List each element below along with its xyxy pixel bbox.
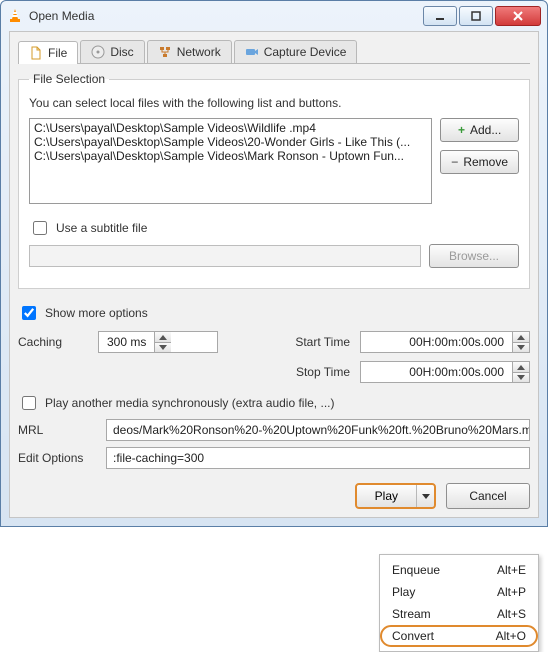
disc-icon xyxy=(91,45,105,59)
menu-item-enqueue[interactable]: EnqueueAlt+E xyxy=(380,559,538,581)
menu-item-convert[interactable]: ConvertAlt+O xyxy=(380,625,538,647)
list-item[interactable]: C:\Users\payal\Desktop\Sample Videos\Mar… xyxy=(34,149,427,163)
list-item[interactable]: C:\Users\payal\Desktop\Sample Videos\20-… xyxy=(34,135,427,149)
remove-button[interactable]: −Remove xyxy=(440,150,519,174)
browse-button: Browse... xyxy=(429,244,519,268)
file-selection-hint: You can select local files with the foll… xyxy=(29,96,519,110)
tab-label: File xyxy=(48,46,67,60)
play-dropdown-button[interactable] xyxy=(416,485,434,507)
play-button[interactable]: Play xyxy=(357,485,416,507)
edit-options-input[interactable]: :file-caching=300 xyxy=(106,447,530,469)
spinner[interactable] xyxy=(512,362,529,382)
tab-capture[interactable]: Capture Device xyxy=(234,40,358,63)
chevron-up-icon[interactable] xyxy=(155,332,171,342)
subtitle-path-input xyxy=(29,245,421,267)
start-time-label: Start Time xyxy=(290,335,350,349)
capture-icon xyxy=(245,45,259,59)
caching-label: Caching xyxy=(18,335,98,349)
play-split-button[interactable]: Play xyxy=(355,483,436,509)
add-button[interactable]: +Add... xyxy=(440,118,519,142)
spinner[interactable] xyxy=(154,332,171,352)
tabs: File Disc Network Capture Device xyxy=(18,40,530,64)
menu-item-stream[interactable]: StreamAlt+S xyxy=(380,603,538,625)
window-title: Open Media xyxy=(29,9,421,23)
tab-label: Capture Device xyxy=(264,45,347,59)
mrl-label: MRL xyxy=(18,423,98,437)
tab-disc[interactable]: Disc xyxy=(80,40,144,63)
chevron-down-icon[interactable] xyxy=(155,342,171,352)
tab-network[interactable]: Network xyxy=(147,40,232,63)
client-area: File Disc Network Capture Device File Se… xyxy=(9,31,539,518)
close-button[interactable] xyxy=(495,6,541,26)
cancel-button[interactable]: Cancel xyxy=(446,483,530,509)
chevron-up-icon[interactable] xyxy=(513,362,529,372)
file-selection-fieldset: File Selection You can select local file… xyxy=(18,72,530,289)
play-dropdown-menu: EnqueueAlt+E PlayAlt+P StreamAlt+S Conve… xyxy=(379,554,539,652)
chevron-up-icon[interactable] xyxy=(513,332,529,342)
file-list[interactable]: C:\Users\payal\Desktop\Sample Videos\Wil… xyxy=(29,118,432,204)
menu-item-play[interactable]: PlayAlt+P xyxy=(380,581,538,603)
open-media-window: Open Media File Disc Network Capture Dev… xyxy=(0,0,548,527)
list-item[interactable]: C:\Users\payal\Desktop\Sample Videos\Wil… xyxy=(34,121,427,135)
file-icon xyxy=(29,46,43,60)
file-selection-legend: File Selection xyxy=(29,72,109,86)
chevron-down-icon xyxy=(422,494,430,499)
chevron-down-icon[interactable] xyxy=(513,342,529,352)
maximize-button[interactable] xyxy=(459,6,493,26)
plus-icon: + xyxy=(458,123,465,137)
subtitle-checkbox-input[interactable] xyxy=(33,221,47,235)
subtitle-checkbox[interactable]: Use a subtitle file xyxy=(29,218,519,238)
minus-icon: − xyxy=(451,155,458,169)
sync-checkbox-input[interactable] xyxy=(22,396,36,410)
network-icon xyxy=(158,45,172,59)
stop-time-input[interactable]: 00H:00m:00s.000 xyxy=(360,361,530,383)
show-more-checkbox[interactable]: Show more options xyxy=(18,303,530,323)
start-time-input[interactable]: 00H:00m:00s.000 xyxy=(360,331,530,353)
tab-file[interactable]: File xyxy=(18,41,78,64)
vlc-icon xyxy=(7,8,23,24)
spinner[interactable] xyxy=(512,332,529,352)
mrl-input[interactable]: deos/Mark%20Ronson%20-%20Uptown%20Funk%2… xyxy=(106,419,530,441)
edit-options-label: Edit Options xyxy=(18,451,98,465)
minimize-button[interactable] xyxy=(423,6,457,26)
tab-label: Disc xyxy=(110,45,133,59)
caching-input[interactable]: 300 ms xyxy=(98,331,218,353)
titlebar: Open Media xyxy=(1,1,547,31)
sync-checkbox[interactable]: Play another media synchronously (extra … xyxy=(18,393,530,413)
show-more-checkbox-input[interactable] xyxy=(22,306,36,320)
chevron-down-icon[interactable] xyxy=(513,372,529,382)
tab-label: Network xyxy=(177,45,221,59)
stop-time-label: Stop Time xyxy=(290,365,350,379)
